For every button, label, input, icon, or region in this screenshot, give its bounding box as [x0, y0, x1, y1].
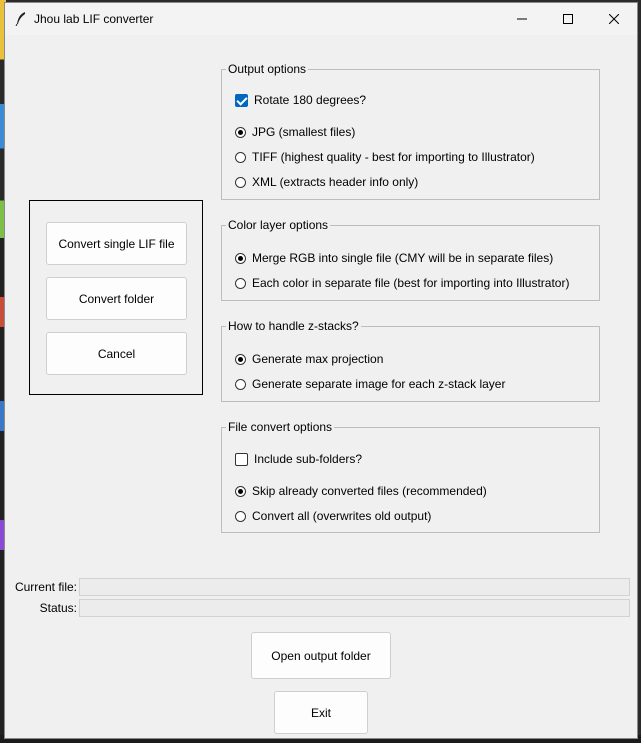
skip-converted-label: Skip already converted files (recommende… [252, 484, 487, 498]
minimize-button[interactable] [499, 3, 545, 35]
radio-indicator[interactable] [235, 277, 246, 289]
current-file-label-wrap: Current file: [5, 578, 77, 596]
cancel-button[interactable]: Cancel [46, 332, 187, 375]
max-projection-label: Generate max projection [252, 352, 384, 366]
skip-converted-radio[interactable]: Skip already converted files (recommende… [235, 482, 487, 500]
rotate-checkbox[interactable]: Rotate 180 degrees? [235, 91, 366, 109]
close-icon [609, 14, 619, 24]
format-xml-label: XML (extracts header info only) [252, 175, 419, 189]
open-output-folder-button[interactable]: Open output folder [251, 632, 391, 679]
action-panel: Convert single LIF file Convert folder C… [29, 200, 203, 395]
include-subfolders-checkbox[interactable]: Include sub-folders? [235, 450, 362, 468]
minimize-icon [517, 18, 527, 20]
app-window: Jhou lab LIF converter Convert single LI… [4, 2, 638, 739]
separate-colors-radio[interactable]: Each color in separate file (best for im… [235, 274, 569, 292]
zstack-options-legend: How to handle z-stacks? [228, 319, 359, 333]
status-label-wrap: Status: [5, 599, 77, 617]
merge-rgb-radio[interactable]: Merge RGB into single file (CMY will be … [235, 249, 553, 267]
exit-button[interactable]: Exit [274, 691, 368, 734]
radio-indicator[interactable] [235, 353, 246, 365]
file-options-legend: File convert options [228, 420, 333, 434]
convert-all-label: Convert all (overwrites old output) [252, 509, 432, 523]
subfolders-checkbox-box[interactable] [235, 452, 248, 466]
title-bar[interactable]: Jhou lab LIF converter [5, 3, 637, 35]
radio-indicator[interactable] [235, 252, 246, 264]
format-tiff-radio[interactable]: TIFF (highest quality - best for importi… [235, 148, 535, 166]
window-title: Jhou lab LIF converter [34, 12, 154, 26]
color-options-group: Color layer options Merge RGB into singl… [221, 218, 600, 301]
radio-indicator[interactable] [235, 378, 246, 390]
rotate-label: Rotate 180 degrees? [254, 93, 367, 107]
current-file-label: Current file: [14, 580, 77, 594]
radio-indicator[interactable] [235, 176, 246, 188]
convert-all-radio[interactable]: Convert all (overwrites old output) [235, 507, 431, 525]
color-options-legend: Color layer options [228, 218, 329, 232]
radio-indicator[interactable] [235, 151, 246, 163]
merge-rgb-label: Merge RGB into single file (CMY will be … [252, 251, 554, 265]
radio-indicator[interactable] [235, 485, 246, 497]
file-options-group: File convert options Include sub-folders… [221, 420, 600, 533]
zstack-options-group: How to handle z-stacks? Generate max pro… [221, 319, 600, 402]
radio-indicator[interactable] [235, 126, 246, 138]
format-jpg-radio[interactable]: JPG (smallest files) [235, 123, 355, 141]
format-tiff-label: TIFF (highest quality - best for importi… [252, 150, 535, 164]
format-xml-radio[interactable]: XML (extracts header info only) [235, 173, 418, 191]
radio-indicator[interactable] [235, 510, 246, 522]
separate-colors-label: Each color in separate file (best for im… [252, 276, 570, 290]
separate-zstack-label: Generate separate image for each z-stack… [252, 377, 506, 391]
close-button[interactable] [591, 3, 637, 35]
status-field [79, 599, 630, 617]
status-label: Status: [39, 601, 77, 615]
feather-icon [15, 12, 25, 26]
current-file-field [79, 578, 630, 596]
include-subfolders-label: Include sub-folders? [254, 452, 363, 466]
separate-zstack-radio[interactable]: Generate separate image for each z-stack… [235, 375, 505, 393]
output-options-legend: Output options [228, 62, 307, 76]
maximize-button[interactable] [545, 3, 591, 35]
format-jpg-label: JPG (smallest files) [252, 125, 356, 139]
output-options-group: Output options Rotate 180 degrees? JPG (… [221, 62, 600, 200]
convert-single-lif-button[interactable]: Convert single LIF file [46, 222, 187, 265]
maximize-icon [563, 14, 573, 24]
max-projection-radio[interactable]: Generate max projection [235, 350, 383, 368]
convert-folder-button[interactable]: Convert folder [46, 277, 187, 320]
rotate-checkbox-box[interactable] [235, 93, 248, 107]
